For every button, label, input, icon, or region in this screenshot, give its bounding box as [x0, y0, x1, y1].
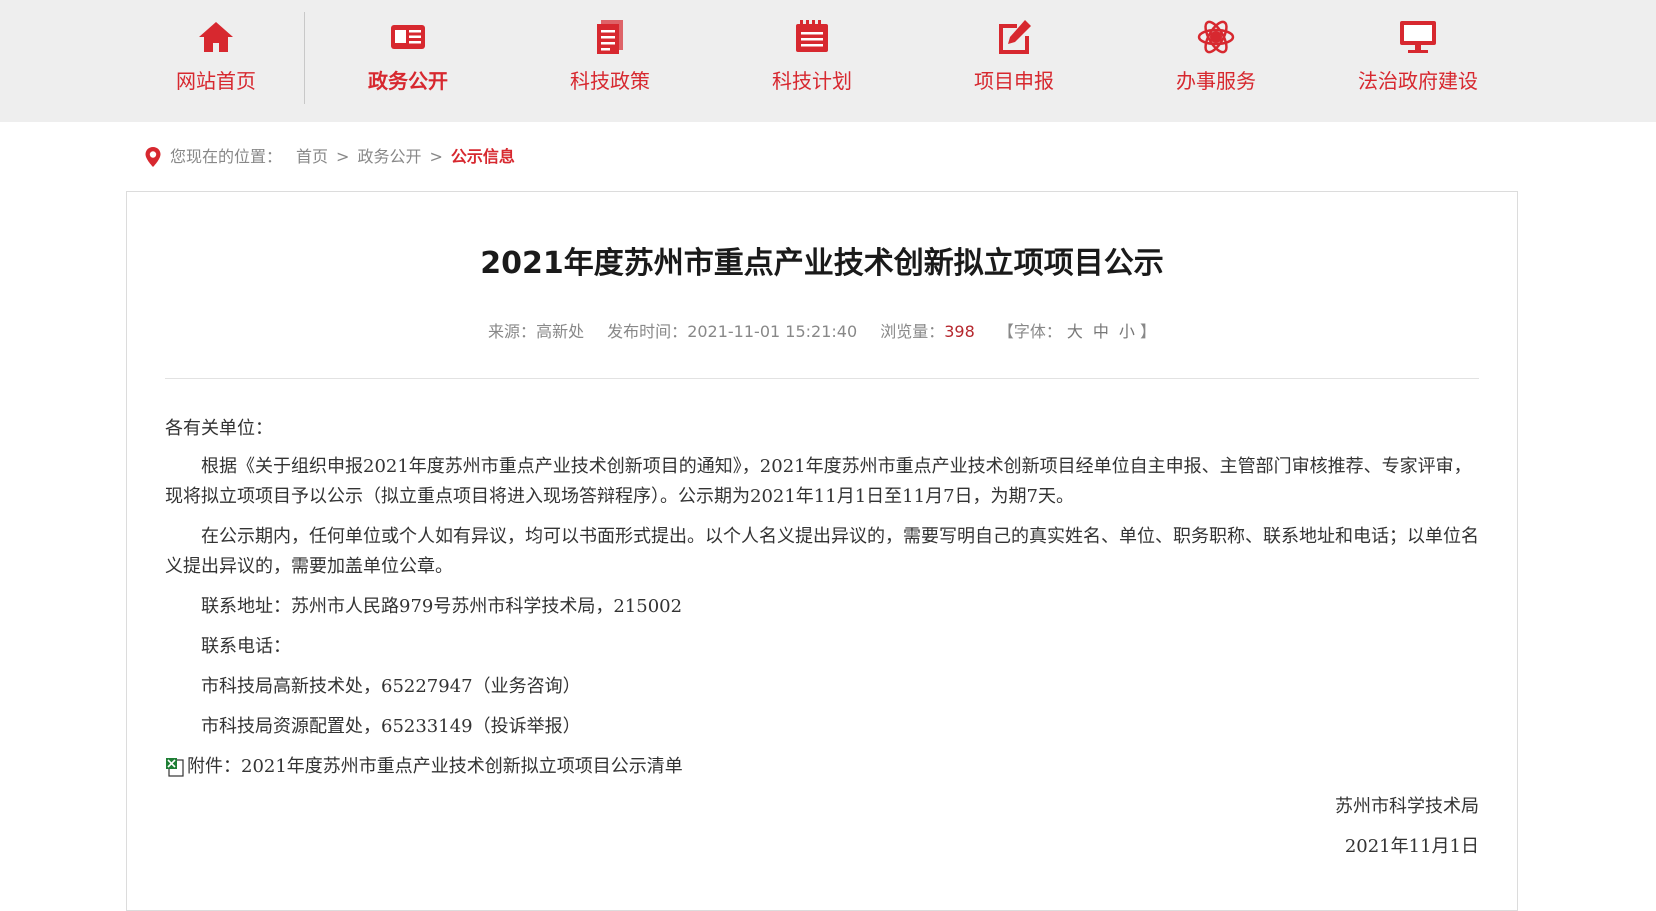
meta-views-label: 浏览量：	[880, 322, 945, 341]
breadcrumb-separator: >	[336, 147, 350, 166]
signoff-date: 2021年11月1日	[1344, 836, 1479, 857]
meta-source-label: 来源：	[488, 322, 537, 341]
article-greeting: 各有关单位：	[165, 418, 273, 439]
meta-source-value: 高新处	[536, 322, 585, 341]
article-body: 各有关单位： 根据《关于组织申报2021年度苏州市重点产业技术创新项目的通知》，…	[165, 414, 1479, 872]
meta-published-value: 2021-11-01 15:21:40	[687, 322, 858, 341]
nav-item-home[interactable]: 网站首页	[116, 0, 316, 122]
title-divider	[165, 378, 1479, 379]
nav-label: 科技政策	[570, 69, 650, 93]
calendar-list-icon	[789, 14, 835, 60]
location-pin-icon	[145, 147, 161, 167]
nav-item-tech-plan[interactable]: 科技计划	[712, 0, 912, 122]
meta-published-label: 发布时间：	[607, 322, 688, 341]
font-size-label: 【字体：	[997, 322, 1062, 341]
nav-label: 项目申报	[974, 69, 1054, 93]
breadcrumb-link-home[interactable]: 首页	[296, 144, 328, 170]
document-icon	[587, 14, 633, 60]
newspaper-icon	[385, 14, 431, 60]
breadcrumb-current: 公示信息	[450, 147, 515, 166]
article-title: 2021年度苏州市重点产业技术创新拟立项项目公示	[480, 246, 1164, 281]
breadcrumb-link-government-affairs[interactable]: 政务公开	[357, 144, 421, 170]
font-size-close-bracket: 】	[1139, 322, 1156, 341]
article-panel: 2021年度苏州市重点产业技术创新拟立项项目公示 来源：高新处 发布时间：202…	[126, 191, 1518, 911]
article-paragraph: 在公示期内，任何单位或个人如有异议，均可以书面形式提出。以个人名义提出异议的，需…	[165, 526, 1479, 577]
font-size-switcher: 【字体： 大中小】	[998, 322, 1156, 341]
article-paragraph: 根据《关于组织申报2021年度苏州市重点产业技术创新项目的通知》，2021年度苏…	[165, 456, 1472, 507]
article-meta: 来源：高新处 发布时间：2021-11-01 15:21:40 浏览量：398 …	[127, 320, 1517, 344]
monitor-icon	[1395, 14, 1441, 60]
attachment-link[interactable]: 附件： 2021年度苏州市重点产业技术创新拟立项项目公示清单	[165, 752, 1479, 782]
nav-item-government-affairs[interactable]: 政务公开	[308, 0, 508, 122]
nav-label: 科技计划	[772, 69, 852, 93]
contact-address: 联系地址：苏州市人民路979号苏州市科学技术局，215002	[201, 596, 683, 617]
breadcrumb-separator: >	[429, 147, 443, 166]
meta-source: 来源：高新处	[488, 322, 584, 341]
nav-item-services[interactable]: 办事服务	[1116, 0, 1316, 122]
attachment-label: 附件：	[187, 756, 241, 777]
nav-item-rule-of-law[interactable]: 法治政府建设	[1318, 0, 1518, 122]
top-navigation: 网站首页 政务公开 科技政策 科技计划 项目申报 办事服务 法治政府建设	[0, 0, 1656, 122]
font-size-medium[interactable]: 中	[1093, 322, 1109, 341]
contact-phone-consult: 市科技局高新技术处，65227947（业务咨询）	[201, 676, 581, 697]
breadcrumb-prefix: 您现在的位置：	[170, 147, 283, 166]
breadcrumb: 您现在的位置： 首页 > 政务公开 > 公示信息	[144, 144, 515, 170]
home-icon	[193, 14, 239, 60]
meta-views-value: 398	[944, 322, 975, 341]
nav-item-tech-policy[interactable]: 科技政策	[510, 0, 710, 122]
atom-icon	[1193, 14, 1239, 60]
signoff-organization: 苏州市科学技术局	[1335, 796, 1479, 817]
nav-item-project-application[interactable]: 项目申报	[914, 0, 1114, 122]
font-size-small[interactable]: 小	[1119, 322, 1135, 341]
edit-icon	[991, 14, 1037, 60]
contact-phone-heading: 联系电话：	[201, 636, 291, 657]
contact-phone-complaint: 市科技局资源配置处，65233149（投诉举报）	[201, 716, 581, 737]
attachment-name[interactable]: 2021年度苏州市重点产业技术创新拟立项项目公示清单	[241, 752, 683, 782]
nav-label: 办事服务	[1176, 69, 1256, 93]
nav-divider	[304, 12, 305, 104]
nav-label: 网站首页	[176, 69, 256, 93]
font-size-large[interactable]: 大	[1067, 322, 1083, 341]
excel-file-icon	[166, 758, 184, 777]
nav-label: 法治政府建设	[1358, 69, 1478, 93]
meta-views: 浏览量：398	[880, 322, 975, 341]
nav-label: 政务公开	[368, 69, 448, 93]
meta-published: 发布时间：2021-11-01 15:21:40	[607, 322, 857, 341]
